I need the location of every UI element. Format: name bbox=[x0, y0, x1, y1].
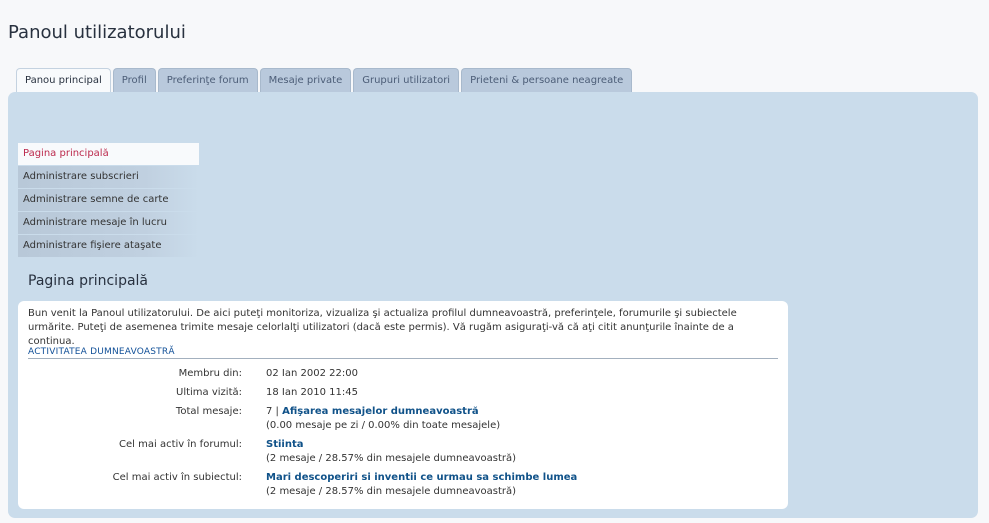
page-title: Panoul utilizatorului bbox=[8, 22, 186, 43]
menu-item-administrare-fisiere-atasate[interactable]: Administrare fişiere ataşate bbox=[18, 235, 199, 257]
control-panel: Pagina principală Administrare subscrier… bbox=[8, 92, 978, 518]
sidebar-menu: Pagina principală Administrare subscrier… bbox=[18, 143, 199, 258]
last-visit-label: Ultima vizită: bbox=[176, 387, 242, 398]
active-topic-stats: (2 mesaje / 28.57% din mesajele dumneavo… bbox=[266, 486, 517, 497]
intro-text: Bun venit la Panoul utilizatorului. De a… bbox=[28, 308, 737, 347]
active-forum-label: Cel mai activ în forumul: bbox=[119, 439, 242, 450]
active-topic-label: Cel mai activ în subiectul: bbox=[112, 472, 242, 483]
main-content-box: Bun venit la Panoul utilizatorului. De a… bbox=[18, 301, 788, 509]
total-posts-stats: (0.00 mesaje pe zi / 0.00% din toate mes… bbox=[266, 420, 501, 431]
tab-prieteni-persoane-neagreate[interactable]: Prieteni & persoane neagreate bbox=[461, 68, 633, 92]
active-forum-link[interactable]: Stiinta bbox=[266, 439, 304, 450]
member-since-date: 02 Ian 2002 22:00 bbox=[266, 368, 358, 379]
tab-preferinte-forum[interactable]: Preferinţe forum bbox=[157, 68, 258, 92]
member-since-label: Membru din: bbox=[178, 368, 242, 379]
menu-item-administrare-subscrieri[interactable]: Administrare subscrieri bbox=[18, 166, 199, 188]
total-posts-value: 7 | Afişarea mesajelor dumneavoastră (0.… bbox=[266, 405, 500, 433]
activity-heading: Activitatea dumneavoastră bbox=[28, 347, 778, 359]
member-since-value: 02 Ian 2002 22:00 bbox=[266, 367, 358, 381]
menu-item-pagina-principala[interactable]: Pagina principală bbox=[18, 143, 199, 165]
tab-panou-principal[interactable]: Panou principal bbox=[16, 68, 111, 93]
tab-profil[interactable]: Profil bbox=[112, 68, 156, 92]
view-your-posts-link[interactable]: Afişarea mesajelor dumneavoastră bbox=[282, 406, 479, 417]
active-forum-stats: (2 mesaje / 28.57% din mesajele dumneavo… bbox=[266, 453, 517, 464]
active-forum-value: Stiinta (2 mesaje / 28.57% din mesajele … bbox=[266, 438, 516, 466]
tab-mesaje-private[interactable]: Mesaje private bbox=[259, 68, 352, 92]
active-topic-value: Mari descoperiri si inventii ce urmau sa… bbox=[266, 471, 577, 499]
total-posts-label: Total mesaje: bbox=[175, 406, 242, 417]
tab-bar: Panou principal Profil Preferinţe forum … bbox=[16, 68, 633, 93]
last-visit-value: 18 Ian 2010 11:45 bbox=[266, 386, 358, 400]
menu-item-administrare-semne-de-carte[interactable]: Administrare semne de carte bbox=[18, 189, 199, 211]
last-visit-date: 18 Ian 2010 11:45 bbox=[266, 387, 358, 398]
active-topic-link[interactable]: Mari descoperiri si inventii ce urmau sa… bbox=[266, 472, 577, 483]
menu-item-administrare-mesaje-in-lucru[interactable]: Administrare mesaje în lucru bbox=[18, 212, 199, 234]
total-posts-count: 7 | bbox=[266, 406, 279, 417]
section-heading: Pagina principală bbox=[28, 273, 148, 289]
tab-grupuri-utilizatori[interactable]: Grupuri utilizatori bbox=[353, 68, 460, 92]
